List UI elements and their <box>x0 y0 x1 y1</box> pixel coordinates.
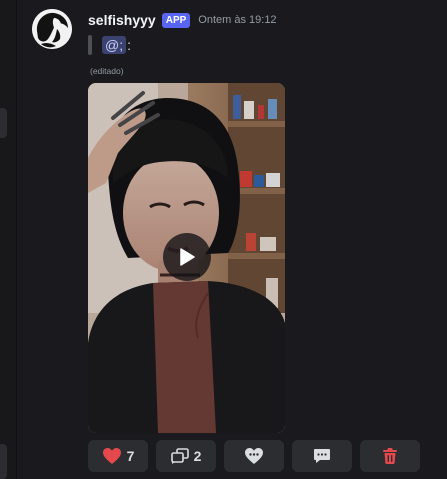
scroll-tab[interactable] <box>0 444 7 479</box>
message-actions: 7 2 <box>88 440 420 472</box>
chat-icon <box>314 449 330 463</box>
username[interactable]: selfishyyy <box>88 12 156 28</box>
avatar-image <box>32 9 72 49</box>
edited-label: (editado) <box>90 66 124 76</box>
repost-count: 2 <box>193 448 202 464</box>
comment-button[interactable] <box>292 440 352 472</box>
trash-icon <box>383 448 397 464</box>
like-button[interactable]: 7 <box>88 440 148 472</box>
video-attachment[interactable] <box>88 83 285 433</box>
repost-icon <box>170 448 189 464</box>
heart-reaction-button[interactable] <box>224 440 284 472</box>
timestamp[interactable]: Ontem às 19:12 <box>198 14 276 26</box>
quote-bar <box>88 35 92 55</box>
delete-button[interactable] <box>360 440 420 472</box>
app-badge: APP <box>161 12 191 28</box>
left-gutter <box>0 0 17 479</box>
play-button[interactable] <box>163 233 211 281</box>
repost-button[interactable]: 2 <box>156 440 216 472</box>
quote-text: @; : <box>102 36 131 54</box>
scroll-tab[interactable] <box>0 108 7 138</box>
chat-message-view: selfishyyy APP Ontem às 19:12 @; : (edit… <box>0 0 447 479</box>
play-icon <box>180 248 195 266</box>
avatar[interactable] <box>32 9 72 49</box>
user-mention[interactable]: @; <box>102 36 127 54</box>
message-header: selfishyyy APP Ontem às 19:12 <box>88 10 277 30</box>
like-count: 7 <box>126 448 135 464</box>
quote-suffix: : <box>127 37 131 53</box>
heart-chat-icon <box>245 448 263 464</box>
heart-icon <box>102 448 121 464</box>
